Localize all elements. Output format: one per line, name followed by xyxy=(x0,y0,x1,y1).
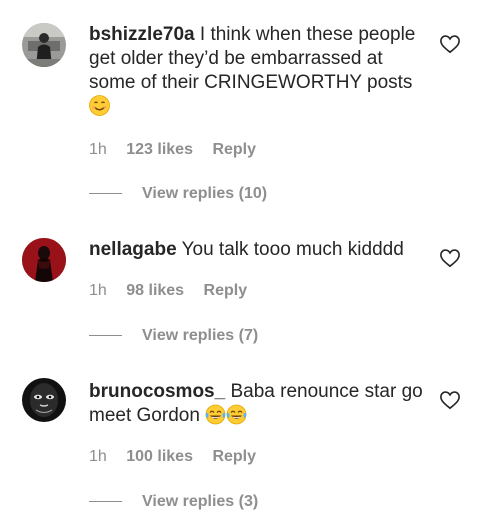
reply-button[interactable]: Reply xyxy=(212,141,256,158)
comment-timestamp: 1h xyxy=(89,141,107,158)
comment-meta: 1h 98 likes Reply xyxy=(89,282,262,300)
replies-divider xyxy=(89,193,122,195)
comment-body: nellagabe You talk tooo much kidddd xyxy=(89,238,424,262)
view-replies-button[interactable]: View replies (3) xyxy=(89,493,258,511)
replies-divider xyxy=(89,335,122,337)
view-replies-label: View replies (3) xyxy=(142,493,259,510)
comments-list: bshizzle70a I think when these people ge… xyxy=(0,0,490,519)
reply-button[interactable]: Reply xyxy=(212,448,256,465)
heart-outline-icon[interactable] xyxy=(439,248,461,268)
view-replies-button[interactable]: View replies (7) xyxy=(89,327,258,345)
avatar[interactable] xyxy=(22,23,66,67)
heart-outline-icon[interactable] xyxy=(439,390,461,410)
view-replies-label: View replies (7) xyxy=(142,327,259,344)
heart-outline-icon[interactable] xyxy=(439,34,461,54)
tears-of-joy-emoji xyxy=(226,404,247,425)
comment-username[interactable]: bshizzle70a xyxy=(89,24,195,45)
comment-username[interactable]: nellagabe xyxy=(89,239,177,260)
comment-body: bshizzle70a I think when these people ge… xyxy=(89,23,424,119)
smiling-face-emoji xyxy=(89,95,110,116)
comment-timestamp: 1h xyxy=(89,448,107,465)
avatar[interactable] xyxy=(22,378,66,422)
avatar[interactable] xyxy=(22,238,66,282)
replies-divider xyxy=(89,501,122,503)
likes-count[interactable]: 123 likes xyxy=(126,141,193,158)
comment-text: You talk tooo much kidddd xyxy=(181,239,404,260)
tears-of-joy-emoji xyxy=(205,404,226,425)
comment-body: brunocosmos_ Baba renounce star go meet … xyxy=(89,380,424,428)
comment-meta: 1h 123 likes Reply xyxy=(89,141,271,159)
comment-username[interactable]: brunocosmos_ xyxy=(89,381,225,402)
view-replies-label: View replies (10) xyxy=(142,185,268,202)
comment-timestamp: 1h xyxy=(89,282,107,299)
view-replies-button[interactable]: View replies (10) xyxy=(89,185,267,203)
reply-button[interactable]: Reply xyxy=(204,282,248,299)
likes-count[interactable]: 100 likes xyxy=(126,448,193,465)
comment-meta: 1h 100 likes Reply xyxy=(89,448,271,466)
likes-count[interactable]: 98 likes xyxy=(126,282,184,299)
